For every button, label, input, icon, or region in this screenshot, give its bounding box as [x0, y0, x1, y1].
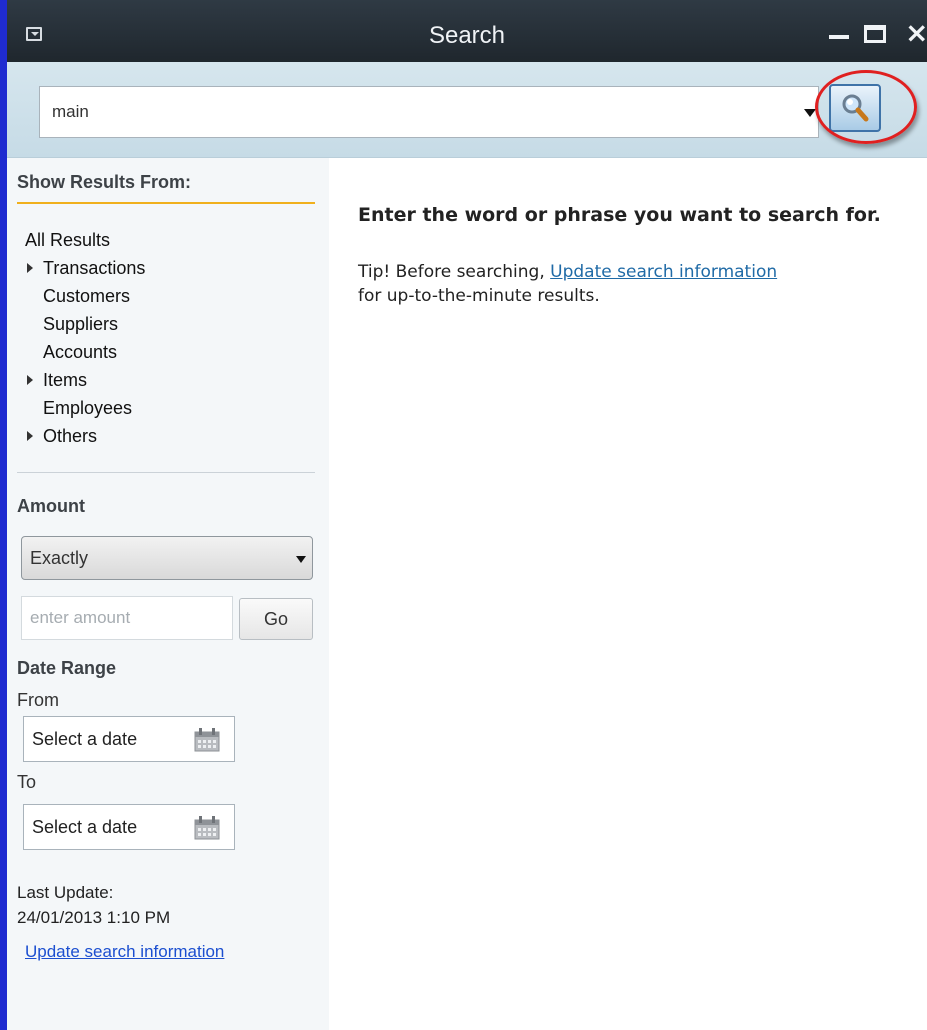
- maximize-icon[interactable]: [864, 25, 886, 43]
- section-divider: [17, 472, 315, 473]
- close-icon[interactable]: ×: [905, 18, 927, 48]
- results-filter-list: All Results Transactions Customers Suppl…: [25, 226, 145, 450]
- calendar-icon[interactable]: [194, 816, 220, 840]
- filter-others[interactable]: Others: [25, 422, 145, 450]
- last-update-value: 24/01/2013 1:10 PM: [17, 908, 171, 927]
- filter-sidebar: Show Results From: All Results Transacti…: [7, 158, 329, 1030]
- callout-highlight-ring: [815, 70, 917, 144]
- search-instruction-heading: Enter the word or phrase you want to sea…: [358, 204, 881, 226]
- from-label: From: [17, 690, 59, 710]
- search-input[interactable]: [40, 87, 780, 137]
- filter-transactions[interactable]: Transactions: [25, 254, 145, 282]
- results-pane: Enter the word or phrase you want to sea…: [358, 204, 881, 306]
- amount-input[interactable]: [21, 596, 233, 640]
- window-title: Search: [428, 22, 506, 49]
- from-date-placeholder: Select a date: [32, 729, 138, 749]
- expand-arrow-icon[interactable]: [27, 431, 33, 441]
- search-history-dropdown-icon[interactable]: [804, 109, 816, 117]
- filter-accounts[interactable]: Accounts: [25, 338, 145, 366]
- filter-items[interactable]: Items: [25, 366, 145, 394]
- search-combobox[interactable]: [39, 86, 819, 138]
- heading-divider: [17, 202, 315, 204]
- search-toolbar: [7, 62, 927, 158]
- last-update-label: Last Update:: [17, 883, 114, 902]
- update-search-info-link[interactable]: Update search information: [25, 942, 224, 962]
- tip-suffix: for up-to-the-minute results.: [358, 286, 600, 306]
- filter-suppliers[interactable]: Suppliers: [25, 310, 145, 338]
- expand-arrow-icon[interactable]: [27, 375, 33, 385]
- from-date-field[interactable]: Select a date: [23, 716, 235, 762]
- amount-mode-select[interactable]: Exactly: [21, 536, 313, 580]
- amount-mode-value: Exactly: [30, 548, 89, 568]
- filter-customers[interactable]: Customers: [25, 282, 145, 310]
- window-left-border: [0, 0, 7, 1030]
- tip-update-link[interactable]: Update search information: [550, 262, 777, 282]
- expand-arrow-icon[interactable]: [27, 263, 33, 273]
- last-update-info: Last Update: 24/01/2013 1:10 PM: [17, 880, 170, 930]
- search-window: Search × Show Results From: All Results …: [0, 0, 927, 1030]
- to-label: To: [17, 772, 37, 792]
- go-button[interactable]: Go: [239, 598, 313, 640]
- filter-employees[interactable]: Employees: [25, 394, 145, 422]
- to-date-field[interactable]: Select a date: [23, 804, 235, 850]
- chevron-down-icon: [296, 556, 306, 563]
- amount-heading: Amount: [17, 496, 85, 516]
- minimize-icon[interactable]: [829, 35, 849, 39]
- tip-prefix: Tip! Before searching,: [358, 262, 551, 282]
- date-range-heading: Date Range: [17, 658, 117, 678]
- show-results-heading: Show Results From:: [17, 172, 192, 192]
- filter-all-results[interactable]: All Results: [25, 226, 145, 254]
- search-tip: Tip! Before searching, Update search inf…: [358, 260, 777, 308]
- to-date-placeholder: Select a date: [32, 817, 138, 837]
- calendar-icon[interactable]: [194, 728, 220, 752]
